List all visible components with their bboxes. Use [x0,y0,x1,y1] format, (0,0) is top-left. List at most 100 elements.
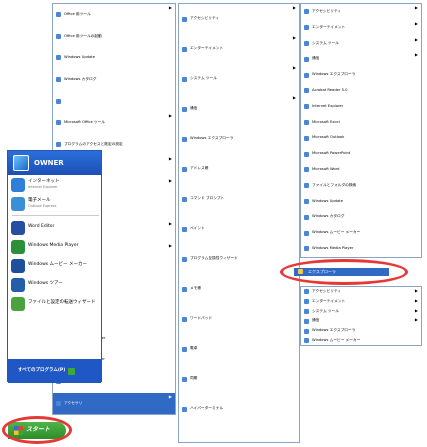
menu-item[interactable]: Windows カタログ [301,209,421,225]
menu-item[interactable]: Office 用ツールの起動 [53,26,175,48]
pinned-item[interactable]: ファイルと設定の転送ウィザード [8,294,103,313]
menu-item-label: アクセシビリティ [312,9,342,14]
menu-item[interactable]: Internet Explorer [301,99,421,115]
menu-item-label: Windows Update [312,198,343,203]
pinned-item[interactable]: インターネット Internet Explorer [8,175,103,194]
menu-item[interactable] [53,90,175,112]
menu-item[interactable]: 同期 [179,364,299,394]
program-icon [182,226,187,232]
pinned-item[interactable]: Windows ムービー メーカー [8,256,103,275]
pinned-item-sublabel: Outlook Express [28,203,57,208]
menu-item[interactable]: 通信 ▶ [301,51,421,67]
explorer-highlight-circle [280,259,408,285]
program-icon [304,104,309,110]
pinned-item-label: 電子メール [28,198,51,203]
all-programs-button[interactable]: すべてのプログラム(P) [8,359,101,383]
all-programs-label: すべてのプログラム(P) [18,368,66,373]
menu-item[interactable]: システム ツール ▶ [179,64,299,94]
menu-item[interactable]: Microsoft Excel [301,115,421,131]
menu-item[interactable]: ワードパッド [179,304,299,334]
menu-item[interactable]: アクセシビリティ ▶ [179,4,299,34]
menu-item[interactable]: Windows Media Player [301,241,421,257]
menu-item[interactable]: Office 用ツール ▶ [53,4,175,26]
program-icon [56,141,61,147]
menu-item[interactable]: Windows Update [53,47,175,69]
menu-item[interactable]: システム ツール ▶ [301,307,421,317]
menu-item[interactable]: Windows エクスプローラ [179,124,299,154]
program-icon [182,286,187,292]
program-icon [304,151,309,157]
menu-item[interactable]: システム ツール ▶ [301,36,421,52]
menu-item-label: システム ツール [312,40,339,45]
menu-item[interactable]: Acrobat Reader 5.0 [301,83,421,99]
menu-item-label: コマンド プロンプト [190,196,225,201]
program-icon [304,40,309,46]
menu-item[interactable]: ペイント [179,214,299,244]
menu-item[interactable]: メモ帳 [179,274,299,304]
menu-item-label: ハイパーターミナル [190,406,224,411]
media-player-icon [11,239,25,254]
menu-item-label: エンターテイメント [312,298,346,303]
menu-item[interactable]: Microsoft Outlook [301,130,421,146]
mail-icon [11,196,25,211]
pinned-item-label: インターネット [28,179,60,184]
menu-item[interactable]: アクセシビリティ ▶ [301,287,421,297]
program-icon [304,318,309,324]
menu-item[interactable]: Windows エクスプローラ [301,326,421,336]
menu-item[interactable]: Windows カタログ [53,69,175,91]
menu-item-label: プログラムのアクセスと既定の設定 [64,141,123,146]
menu-item[interactable]: エンターテイメント ▶ [179,34,299,64]
pinned-item[interactable]: Windows Media Player [8,237,103,256]
arrow-right-icon: ▶ [414,288,418,293]
pinned-item-label: Word Editor [28,224,55,230]
menu-item-label: アクセシビリティ [190,16,220,21]
pinned-item[interactable]: Windows ツアー [8,275,103,294]
menu-item[interactable]: ファイルとフォルダの検索 [301,178,421,194]
menu-item-label: メモ帳 [190,286,202,291]
pinned-item[interactable]: 電子メール Outlook Express [8,194,103,213]
menu-item[interactable]: 電卓 [179,334,299,364]
program-icon [182,196,187,202]
menu-item[interactable]: 通信 ▶ [301,316,421,326]
menu-item-label: プログラム互換性ウィザード [190,256,238,261]
menu-item-label: Windows エクスプローラ [190,136,234,141]
menu-item-label: Office 用ツールの起動 [64,33,102,38]
user-avatar[interactable] [13,155,29,171]
program-icon [182,256,187,262]
program-icon [304,9,309,15]
menu-item-label: 同期 [190,376,198,381]
menu-item[interactable]: Windows エクスプローラ [301,67,421,83]
menu-item[interactable]: ハイパーターミナル [179,394,299,424]
menu-item[interactable]: Microsoft Office ツール ▶ [53,112,175,134]
menu-item[interactable]: アドレス帳 [179,154,299,184]
pinned-item-label: ファイルと設定の転送ウィザード [28,300,96,306]
arrow-right-icon: ▶ [414,5,418,10]
menu-item-label: Microsoft Excel [312,119,340,124]
program-icon [56,77,61,83]
menu-item[interactable]: 通信 ▶ [179,94,299,124]
menu-item-label: Windows Media Player [312,246,354,250]
menu-item[interactable]: Windows Update [301,194,421,210]
menu-item[interactable]: コマンド プロンプト [179,184,299,214]
arrow-right-icon: ▶ [168,220,172,226]
office-tools-menu: アクセシビリティ ▶ エンターテイメント ▶ システム ツール ▶ 通信 ▶ Windows エ… [300,3,422,258]
program-icon [182,16,187,22]
menu-item[interactable]: アクセサリ ▶ [53,392,175,415]
menu-item[interactable]: Windows ムービー メーカー [301,225,421,241]
menu-item[interactable]: Windows ムービー メーカー [301,336,421,346]
program-icon [304,135,309,141]
menu-item-label: Internet Explorer [312,103,344,108]
menu-item[interactable]: エンターテイメント ▶ [301,20,421,36]
pinned-item[interactable]: Word Editor [8,218,103,237]
arrow-right-icon: ▶ [168,5,172,10]
menu-item[interactable]: エンターテイメント ▶ [301,297,421,307]
menu-item[interactable]: Microsoft PowerPoint [301,146,421,162]
menu-item-label: Windows カタログ [312,214,345,219]
arrow-right-icon: ▶ [168,112,172,118]
menu-item[interactable]: Microsoft Word [301,162,421,178]
accessories-menu: アクセシビリティ ▶ エンターテイメント ▶ システム ツール ▶ 通信 ▶ Windows エ… [178,3,300,443]
pinned-item-sublabel: Internet Explorer [28,184,58,189]
menu-item-label: Windows カタログ [64,76,97,81]
menu-item[interactable]: アクセシビリティ ▶ [301,4,421,20]
program-icon [304,299,309,305]
